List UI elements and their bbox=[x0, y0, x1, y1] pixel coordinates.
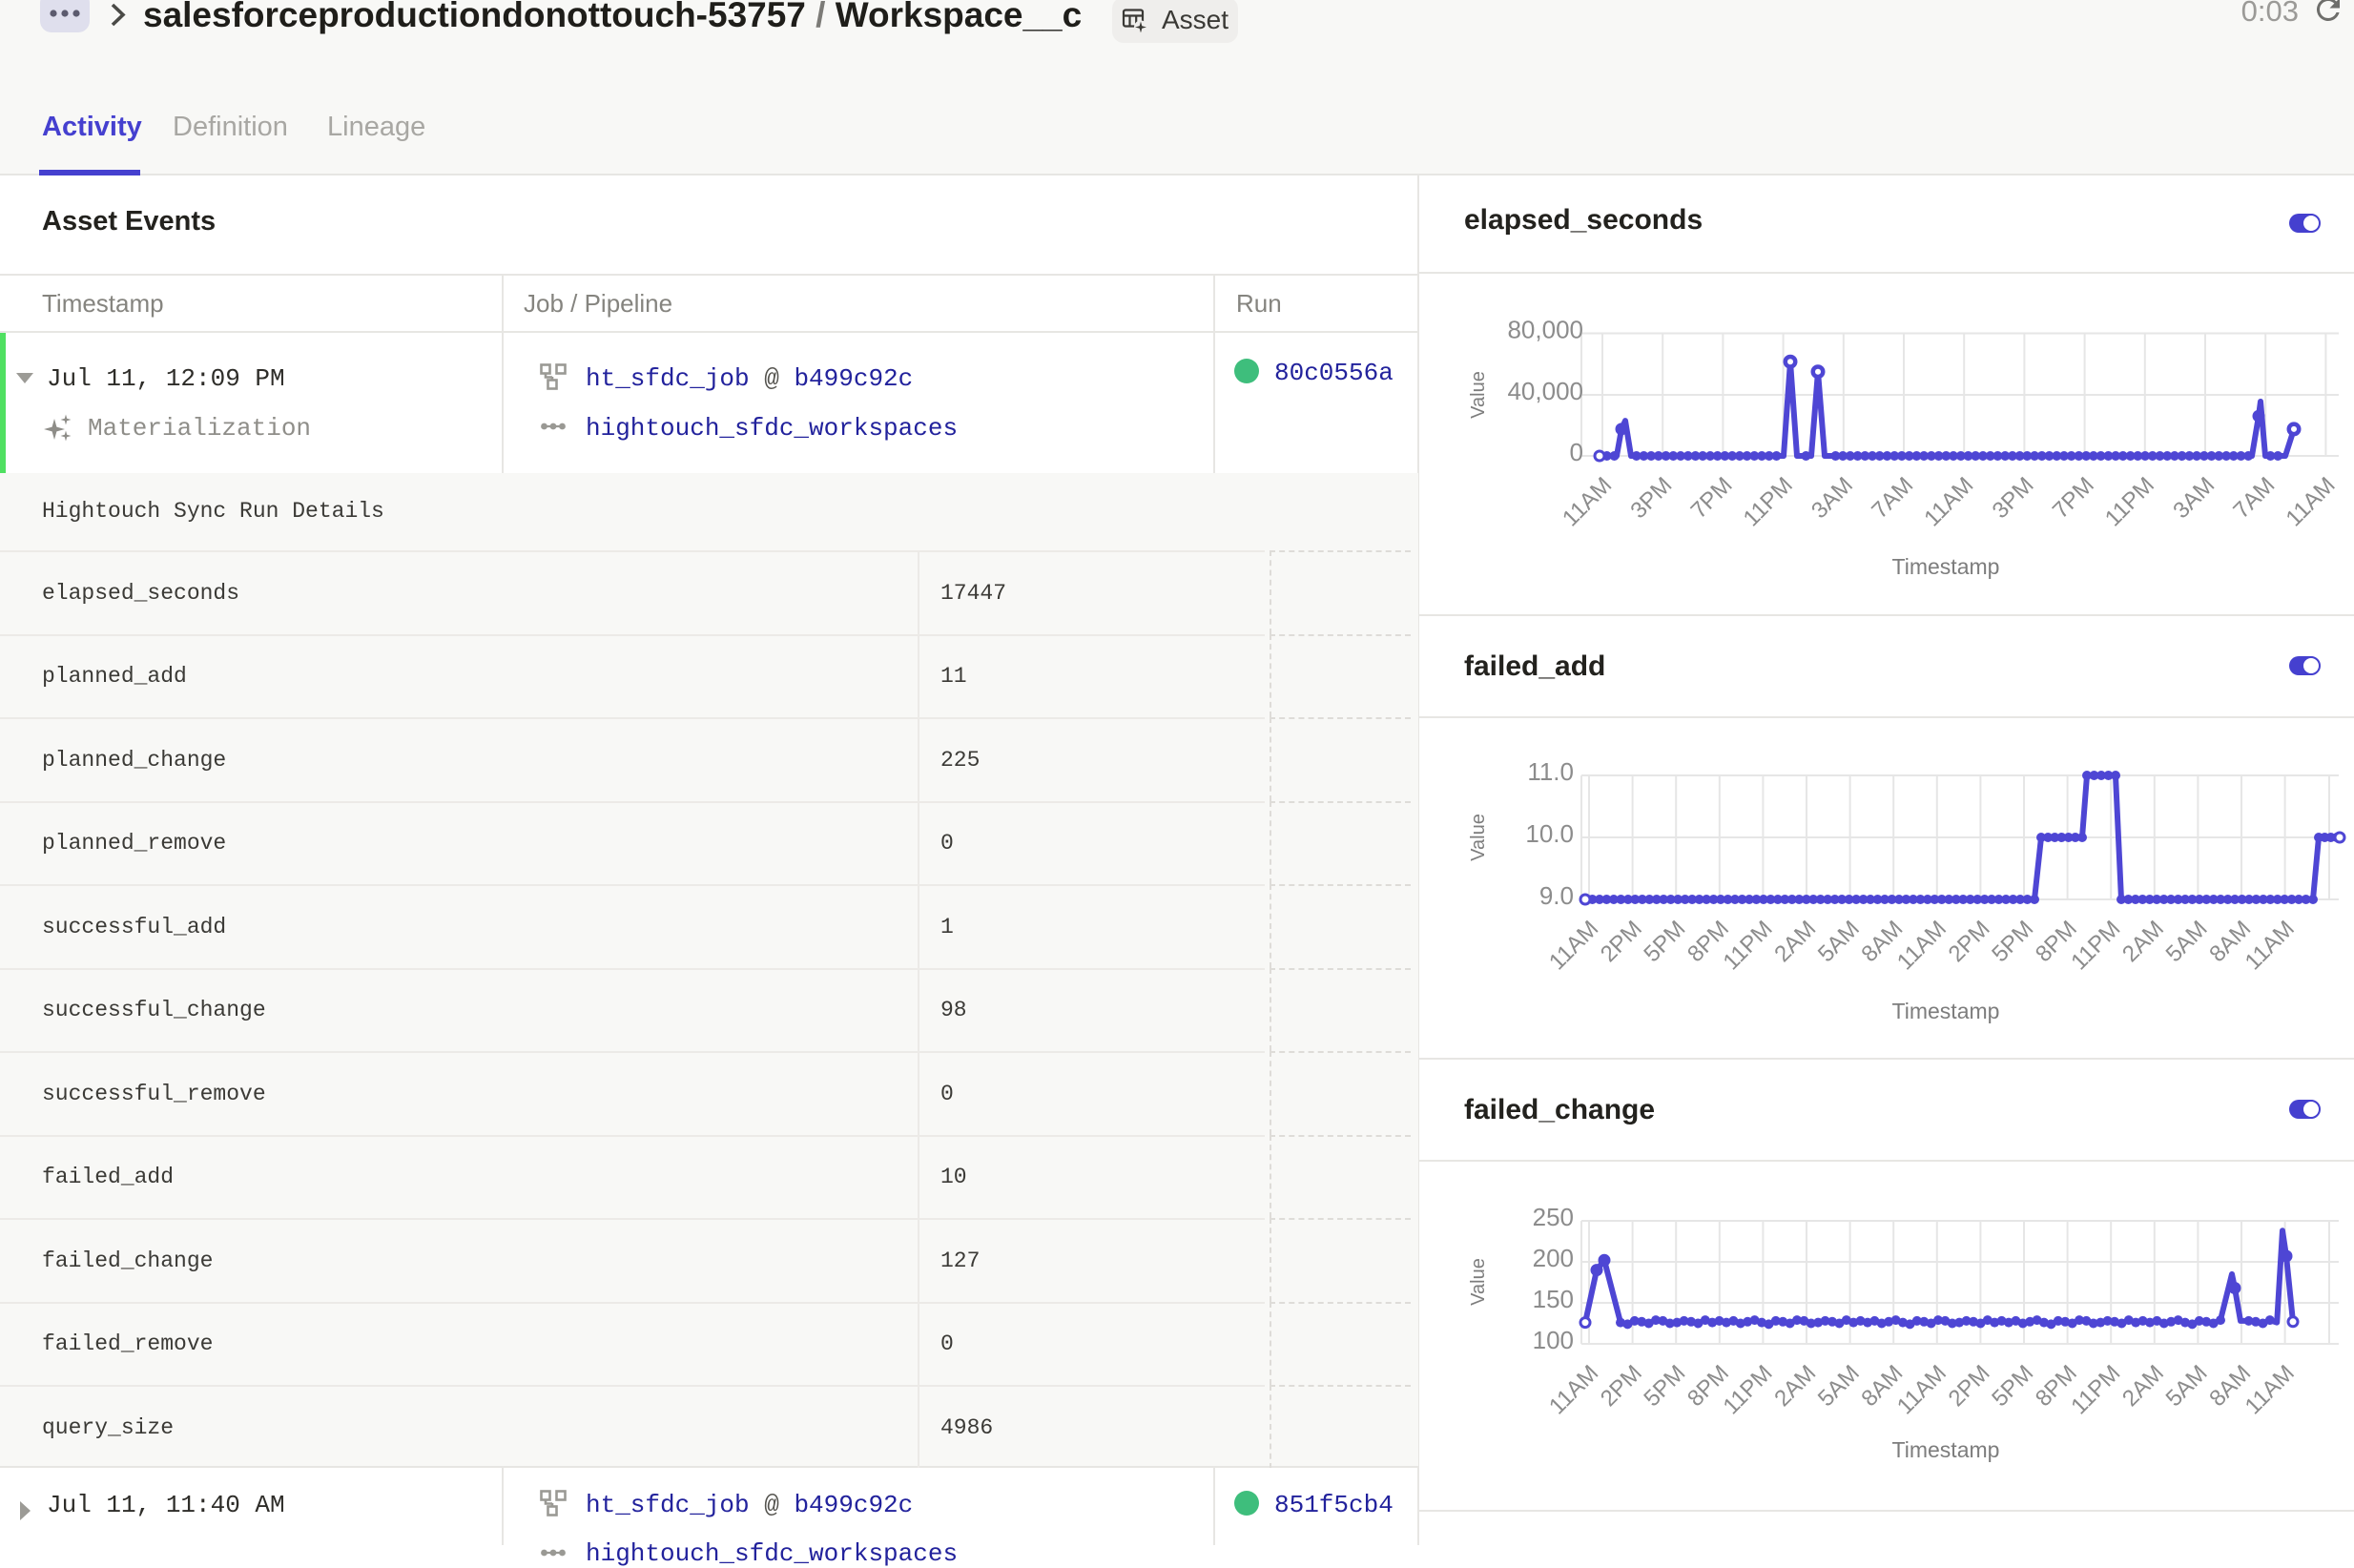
svg-text:Timestamp: Timestamp bbox=[1892, 1437, 2000, 1462]
svg-text:150: 150 bbox=[1533, 1285, 1574, 1313]
svg-text:Value: Value bbox=[1468, 814, 1489, 861]
svg-text:2PM: 2PM bbox=[1596, 1360, 1647, 1412]
svg-text:Value: Value bbox=[1468, 371, 1489, 419]
svg-text:7AM: 7AM bbox=[2228, 472, 2280, 524]
svg-text:Timestamp: Timestamp bbox=[1892, 554, 2000, 579]
svg-text:11PM: 11PM bbox=[1718, 1360, 1777, 1419]
svg-text:5AM: 5AM bbox=[1813, 1360, 1865, 1412]
svg-text:2PM: 2PM bbox=[1596, 916, 1647, 967]
svg-text:5AM: 5AM bbox=[2161, 1360, 2213, 1412]
svg-text:3PM: 3PM bbox=[1625, 472, 1677, 524]
svg-text:11AM: 11AM bbox=[1892, 916, 1951, 975]
svg-text:11PM: 11PM bbox=[1739, 472, 1798, 531]
svg-text:2AM: 2AM bbox=[2117, 1360, 2169, 1412]
svg-text:5PM: 5PM bbox=[1987, 916, 2038, 967]
svg-text:11PM: 11PM bbox=[2066, 916, 2125, 975]
svg-text:11AM: 11AM bbox=[2281, 472, 2340, 531]
svg-text:2PM: 2PM bbox=[1944, 1360, 1995, 1412]
svg-text:2AM: 2AM bbox=[2117, 916, 2169, 967]
svg-text:11AM: 11AM bbox=[1544, 916, 1603, 975]
svg-text:11AM: 11AM bbox=[2240, 916, 2300, 975]
svg-text:11AM: 11AM bbox=[2240, 1360, 2300, 1419]
svg-text:Timestamp: Timestamp bbox=[1892, 999, 2000, 1023]
svg-text:40,000: 40,000 bbox=[1507, 377, 1583, 405]
svg-text:Value: Value bbox=[1468, 1258, 1489, 1306]
svg-text:10.0: 10.0 bbox=[1525, 819, 1574, 848]
svg-text:80,000: 80,000 bbox=[1507, 316, 1583, 344]
svg-text:2AM: 2AM bbox=[1769, 916, 1821, 967]
svg-text:11PM: 11PM bbox=[1718, 916, 1777, 975]
svg-text:100: 100 bbox=[1533, 1326, 1574, 1354]
svg-text:5AM: 5AM bbox=[1813, 916, 1865, 967]
svg-text:11AM: 11AM bbox=[1544, 1360, 1603, 1419]
svg-text:11.0: 11.0 bbox=[1527, 757, 1574, 786]
svg-text:7PM: 7PM bbox=[1686, 472, 1738, 524]
svg-text:5AM: 5AM bbox=[2161, 916, 2213, 967]
svg-text:11PM: 11PM bbox=[2066, 1360, 2125, 1419]
svg-text:3AM: 3AM bbox=[2168, 472, 2220, 524]
svg-text:5PM: 5PM bbox=[1639, 1360, 1690, 1412]
svg-text:3PM: 3PM bbox=[1988, 472, 2039, 524]
svg-text:250: 250 bbox=[1533, 1203, 1574, 1231]
svg-text:11AM: 11AM bbox=[1919, 472, 1978, 531]
svg-text:200: 200 bbox=[1533, 1244, 1574, 1272]
svg-text:2AM: 2AM bbox=[1769, 1360, 1821, 1412]
svg-text:11AM: 11AM bbox=[1892, 1360, 1951, 1419]
svg-text:11AM: 11AM bbox=[1558, 472, 1617, 531]
svg-text:7PM: 7PM bbox=[2048, 472, 2099, 524]
svg-text:2PM: 2PM bbox=[1944, 916, 1995, 967]
svg-text:5PM: 5PM bbox=[1639, 916, 1690, 967]
svg-text:9.0: 9.0 bbox=[1539, 881, 1574, 910]
svg-text:0: 0 bbox=[1570, 438, 1583, 466]
svg-text:7AM: 7AM bbox=[1867, 472, 1918, 524]
svg-text:3AM: 3AM bbox=[1807, 472, 1858, 524]
svg-text:5PM: 5PM bbox=[1987, 1360, 2038, 1412]
svg-text:11PM: 11PM bbox=[2100, 472, 2159, 531]
